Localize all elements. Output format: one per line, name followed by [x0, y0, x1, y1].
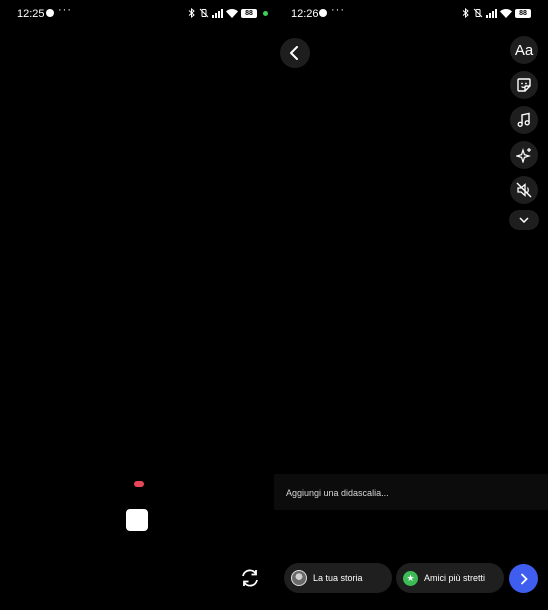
caption-input[interactable]: Aggiungi una didascalia... [274, 474, 548, 510]
effects-tool-button[interactable] [510, 141, 538, 169]
music-icon [517, 112, 530, 127]
signal-icon [486, 8, 497, 18]
sticker-icon [517, 78, 531, 92]
camera-screen: 12:25 ··· 88 [0, 0, 274, 610]
bluetooth-icon [462, 8, 469, 18]
status-time: 12:25 [17, 8, 45, 20]
wifi-icon [500, 8, 512, 18]
camera-in-use-dot [263, 10, 268, 16]
chevron-right-icon [520, 572, 528, 585]
camera-flip-icon[interactable] [239, 568, 261, 588]
share-close-friends-button[interactable]: ★ Amici più stretti [396, 563, 504, 593]
back-icon [290, 46, 298, 60]
status-bar: 12:25 ··· 88 [0, 0, 274, 26]
mute-tool-button[interactable] [510, 176, 538, 204]
sticker-tool-button[interactable] [510, 71, 538, 99]
close-friends-star-icon: ★ [403, 570, 418, 586]
text-icon: Aa [514, 41, 534, 59]
music-tool-button[interactable] [510, 106, 538, 134]
avatar [291, 570, 307, 586]
mute-icon [516, 182, 532, 198]
telegram-icon [46, 9, 54, 17]
share-to-story-button[interactable]: La tua storia [284, 563, 392, 593]
status-bar: 12:26 ··· 88 [274, 0, 548, 26]
battery-icon: 88 [241, 8, 257, 18]
effects-sparkle-icon [516, 147, 532, 163]
telegram-icon [319, 9, 327, 17]
close-friends-label: Amici più stretti [424, 573, 486, 583]
more-notifications-icon: ··· [331, 4, 345, 16]
text-tool-button[interactable]: Aa [510, 36, 538, 64]
back-button[interactable] [280, 38, 310, 68]
wifi-icon [226, 8, 238, 18]
signal-icon [212, 8, 223, 18]
recording-indicator [134, 481, 144, 487]
shutter-button[interactable] [126, 509, 148, 531]
bluetooth-icon [188, 8, 195, 18]
battery-icon: 88 [515, 8, 531, 18]
vibrate-off-icon [473, 8, 483, 18]
chevron-down-icon [519, 217, 529, 223]
more-tools-button[interactable] [509, 210, 539, 230]
story-editor-screen: 12:26 ··· 88 Aa Aggiungi una didascalia.… [274, 0, 548, 610]
share-story-label: La tua storia [313, 573, 363, 583]
caption-placeholder: Aggiungi una didascalia... [286, 488, 389, 498]
status-time: 12:26 [291, 8, 319, 20]
more-notifications-icon: ··· [58, 4, 72, 16]
vibrate-off-icon [199, 8, 209, 18]
next-button[interactable] [509, 564, 538, 593]
